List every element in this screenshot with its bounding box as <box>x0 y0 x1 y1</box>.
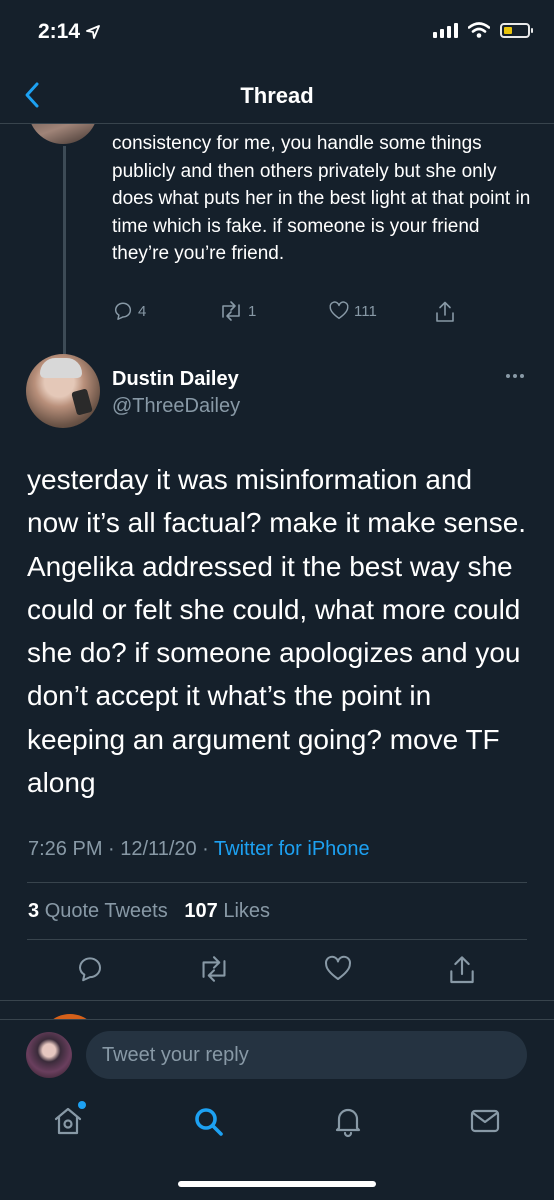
home-indicator[interactable] <box>178 1181 376 1187</box>
retweet-count: 1 <box>248 302 257 320</box>
divider <box>27 939 527 940</box>
tweet-actions <box>0 954 554 986</box>
wifi-icon <box>468 22 490 38</box>
status-indicators <box>433 22 533 38</box>
reply-button[interactable] <box>75 954 105 984</box>
envelope-icon <box>470 1109 500 1133</box>
previous-tweet-avatar[interactable] <box>28 124 98 144</box>
location-arrow-icon <box>86 25 100 39</box>
likes-count: 107 <box>184 900 218 922</box>
tab-notifications[interactable] <box>330 1103 366 1139</box>
retweet-action[interactable]: 1 <box>218 300 256 322</box>
share-button[interactable] <box>447 954 477 986</box>
previous-tweet-text: consistency for me, you handle some thin… <box>112 133 531 264</box>
new-content-dot <box>78 1101 86 1109</box>
like-count: 111 <box>354 302 377 320</box>
battery-icon <box>500 22 533 38</box>
likes-label: Likes <box>223 900 271 922</box>
navigation-bar: Thread <box>0 64 554 124</box>
tab-search[interactable] <box>190 1103 226 1139</box>
tab-messages[interactable] <box>467 1103 503 1139</box>
share-icon <box>450 956 474 984</box>
tweet-stats: 3 Quote Tweets 107 Likes <box>28 900 270 923</box>
heart-icon <box>329 301 349 320</box>
status-bar: 2:14 <box>0 0 554 64</box>
quote-count: 3 <box>28 900 40 922</box>
retweet-icon <box>222 301 240 321</box>
share-icon <box>436 301 454 322</box>
thread-content[interactable]: consistency for me, you handle some thin… <box>0 124 554 1019</box>
tweet-source-link[interactable]: Twitter for iPhone <box>214 838 370 860</box>
more-options-button[interactable] <box>506 374 524 378</box>
divider <box>0 1000 554 1001</box>
like-action[interactable]: 111 <box>328 300 377 322</box>
thread-connector-line <box>63 146 66 370</box>
author-name[interactable]: Dustin Dailey <box>112 368 239 391</box>
clock: 2:14 <box>38 20 81 43</box>
reply-input[interactable]: Tweet your reply <box>86 1031 527 1079</box>
reply-count: 4 <box>138 302 147 320</box>
comment-icon <box>114 302 132 320</box>
previous-tweet-actions: 4 1 111 <box>112 300 472 330</box>
author-handle[interactable]: @ThreeDailey <box>112 395 240 418</box>
divider <box>27 882 527 883</box>
bell-icon <box>335 1108 361 1138</box>
reply-action[interactable]: 4 <box>112 300 146 322</box>
tab-home[interactable] <box>50 1101 86 1139</box>
share-action[interactable] <box>434 300 456 324</box>
cellular-signal-icon <box>433 22 458 38</box>
page-title: Thread <box>240 83 314 108</box>
comment-icon <box>79 957 101 982</box>
status-time: 2:14 <box>38 20 100 44</box>
retweet-icon <box>202 956 226 982</box>
reply-composer: Tweet your reply <box>0 1019 554 1089</box>
heart-icon <box>324 955 352 980</box>
tweet-text: yesterday it was misinformation and now … <box>27 464 527 799</box>
author-avatar[interactable] <box>26 354 100 428</box>
quote-tweets-stat[interactable]: 3 Quote Tweets <box>28 900 168 922</box>
tab-bar <box>0 1089 554 1200</box>
tweet-timestamp: 7:26 PM · 12/11/20 · <box>28 838 215 860</box>
quote-label: Quote Tweets <box>44 900 168 922</box>
like-button[interactable] <box>323 954 353 984</box>
retweet-button[interactable] <box>197 954 231 984</box>
current-user-avatar[interactable] <box>26 1032 72 1078</box>
tweet-metadata: 7:26 PM · 12/11/20 · Twitter for iPhone <box>28 838 370 861</box>
likes-stat[interactable]: 107 Likes <box>184 900 270 922</box>
search-icon <box>195 1108 223 1136</box>
